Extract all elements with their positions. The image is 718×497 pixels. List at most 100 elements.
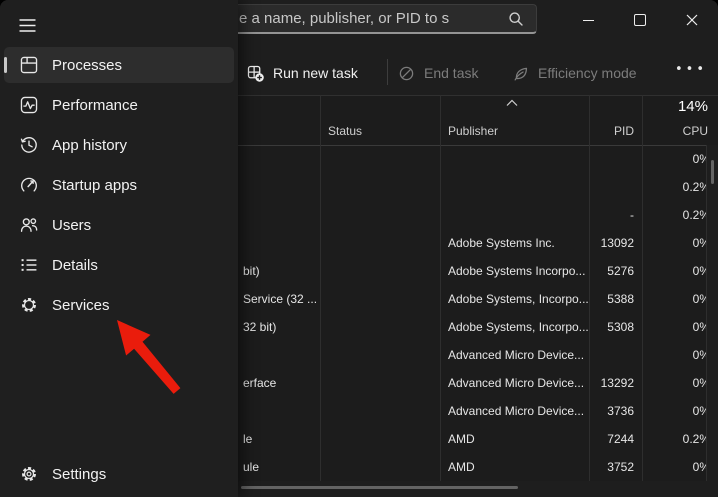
cell-pid: 5276 (589, 257, 642, 285)
table-row[interactable]: 32 bit)Adobe Systems, Incorpo...53080% (238, 313, 710, 341)
menu-toggle-button[interactable] (10, 8, 44, 42)
cell-pid: 13292 (589, 369, 642, 397)
efficiency-mode-button[interactable]: Efficiency mode (512, 58, 637, 88)
sidebar-item-label: Startup apps (52, 177, 137, 194)
sidebar-item-label: Processes (52, 57, 122, 74)
cell-name (238, 229, 320, 257)
cell-status (320, 257, 440, 285)
run-new-task-icon (247, 65, 264, 82)
cell-publisher: Adobe Systems Inc. (440, 229, 589, 257)
sidebar-item-services[interactable]: Services (4, 287, 234, 323)
table-row[interactable]: 0% (238, 145, 710, 173)
settings-gear-icon (20, 465, 38, 483)
task-manager-window: e a name, publisher, or PID to s Run new… (0, 0, 718, 497)
cell-pid (589, 173, 642, 201)
cell-cpu: 0% (642, 285, 710, 313)
cell-publisher (440, 145, 589, 173)
search-box[interactable]: e a name, publisher, or PID to s (196, 4, 537, 34)
table-row[interactable]: Service (32 ... Adobe Systems, Incorpo...… (238, 285, 710, 313)
column-header-publisher[interactable]: Publisher (448, 124, 498, 138)
app-history-icon (20, 136, 38, 154)
cell-status (320, 369, 440, 397)
cell-pid: 13092 (589, 229, 642, 257)
cell-publisher: Adobe Systems, Incorpo... (440, 285, 589, 313)
table-row[interactable]: erfaceAdvanced Micro Device...132920% (238, 369, 710, 397)
sidebar-item-label: Settings (52, 466, 106, 483)
performance-icon (20, 96, 38, 114)
cell-publisher: Adobe Systems, Incorpo... (440, 313, 589, 341)
more-options-button[interactable]: ••• (674, 62, 708, 77)
cell-name: bit) (238, 257, 320, 285)
close-icon (686, 14, 698, 26)
efficiency-mode-label: Efficiency mode (538, 65, 637, 81)
table-row[interactable]: uleAMD37520% (238, 453, 710, 481)
table-row[interactable]: Advanced Micro Device...37360% (238, 397, 710, 425)
cell-status (320, 453, 440, 481)
horizontal-scrollbar[interactable] (238, 481, 718, 497)
minimize-button[interactable] (562, 0, 614, 40)
cell-publisher: Adobe Systems Incorpo... (440, 257, 589, 285)
navigation-sidebar: Processes Performance App history Startu… (0, 0, 238, 497)
table-row[interactable]: Advanced Micro Device...0% (238, 341, 710, 369)
sidebar-item-label: App history (52, 137, 127, 154)
sidebar-item-label: Services (52, 297, 110, 314)
services-icon (20, 296, 38, 314)
table-row[interactable]: leAMD72440.2% (238, 425, 710, 453)
column-separator (589, 95, 590, 481)
column-header-cpu[interactable]: CPU (642, 124, 708, 138)
table-row[interactable]: 0.2% (238, 173, 710, 201)
search-icon[interactable] (508, 11, 524, 27)
sidebar-item-processes[interactable]: Processes (4, 47, 234, 83)
sidebar-item-users[interactable]: Users (4, 207, 234, 243)
cell-status (320, 201, 440, 229)
cell-publisher: AMD (440, 453, 589, 481)
cell-status (320, 145, 440, 173)
sidebar-item-performance[interactable]: Performance (4, 87, 234, 123)
header-top-border (238, 95, 718, 96)
column-separator (642, 95, 643, 481)
efficiency-mode-icon (512, 65, 529, 82)
end-task-label: End task (424, 65, 478, 81)
cell-name: Service (32 ... (238, 285, 320, 313)
maximize-button[interactable] (614, 0, 666, 40)
run-new-task-label: Run new task (273, 65, 358, 81)
sidebar-item-details[interactable]: Details (4, 247, 234, 283)
run-new-task-button[interactable]: Run new task (247, 58, 358, 88)
end-task-icon (398, 65, 415, 82)
cell-name: 32 bit) (238, 313, 320, 341)
toolbar: Run new task End task Efficiency mode ••… (238, 50, 718, 95)
vertical-scrollbar[interactable] (706, 145, 718, 481)
cell-name (238, 201, 320, 229)
cell-status (320, 173, 440, 201)
cell-pid: 3752 (589, 453, 642, 481)
column-header-pid[interactable]: PID (589, 124, 634, 138)
horizontal-scrollbar-thumb[interactable] (241, 486, 518, 489)
column-header-status[interactable]: Status (328, 124, 362, 138)
cpu-total-value: 14% (642, 98, 708, 115)
cell-status (320, 341, 440, 369)
sidebar-item-label: Users (52, 217, 91, 234)
table-row[interactable]: bit)Adobe Systems Incorpo...52760% (238, 257, 710, 285)
cell-cpu: 0% (642, 369, 710, 397)
table-row[interactable]: -0.2% (238, 201, 710, 229)
more-icon: ••• (675, 62, 707, 77)
close-button[interactable] (666, 0, 718, 40)
cell-status (320, 229, 440, 257)
cell-cpu: 0% (642, 229, 710, 257)
table-row[interactable]: Adobe Systems Inc.130920% (238, 229, 710, 257)
cell-cpu: 0.2% (642, 425, 710, 453)
cell-status (320, 313, 440, 341)
sidebar-item-settings[interactable]: Settings (4, 456, 234, 492)
column-separator (440, 95, 441, 481)
column-separator (320, 95, 321, 481)
cell-cpu: 0% (642, 341, 710, 369)
cell-publisher (440, 201, 589, 229)
sidebar-item-startup-apps[interactable]: Startup apps (4, 167, 234, 203)
details-icon (20, 256, 38, 274)
sidebar-item-app-history[interactable]: App history (4, 127, 234, 163)
minimize-icon (583, 20, 594, 21)
startup-apps-icon (20, 176, 38, 194)
end-task-button[interactable]: End task (398, 58, 478, 88)
cell-pid (589, 341, 642, 369)
vertical-scrollbar-thumb[interactable] (711, 160, 714, 184)
